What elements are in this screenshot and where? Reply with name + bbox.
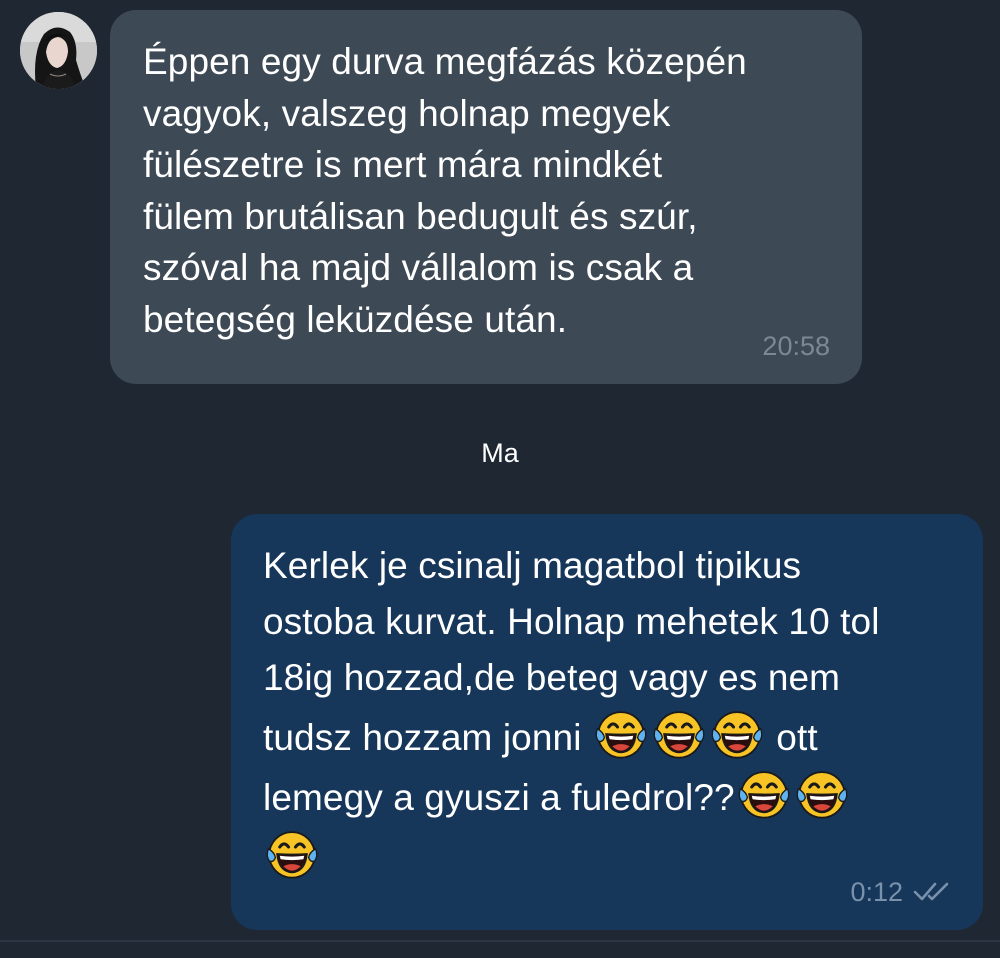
outgoing-message-text: Kerlek je csinalj magatbol tipikus ostob… (263, 538, 953, 886)
message-line: fülem brutálisan bedugult és szúr, (143, 195, 698, 237)
message-line: vagyok, valszeg holnap megyek (143, 92, 671, 134)
face-with-tears-of-joy-icon (736, 766, 792, 822)
face-with-tears-of-joy-icon (794, 766, 850, 822)
message-line: tudsz hozzam jonni ott (263, 706, 953, 766)
message-line: Éppen egy durva megfázás közepén (143, 41, 747, 82)
date-separator: Ma (481, 438, 519, 468)
message-line: Kerlek je csinalj magatbol tipikus (263, 545, 802, 586)
face-with-tears-of-joy-icon (709, 706, 765, 762)
message-fragment: ott (765, 717, 818, 758)
read-double-check-icon (913, 882, 949, 901)
avatar[interactable] (20, 12, 97, 89)
avatar-photo-icon (20, 12, 97, 89)
message-line: lemegy a gyuszi a fuledrol?? (263, 766, 953, 826)
chat-view: Éppen egy durva megfázás közepén vagyok,… (0, 0, 1000, 958)
message-timestamp: 0:12 (850, 877, 903, 907)
face-with-tears-of-joy-icon (651, 706, 707, 762)
incoming-message-bubble[interactable]: Éppen egy durva megfázás közepén vagyok,… (110, 10, 862, 384)
message-fragment: lemegy a gyuszi a fuledrol?? (263, 777, 735, 818)
face-with-tears-of-joy-icon (593, 706, 649, 762)
divider (0, 940, 1000, 942)
outgoing-message-bubble[interactable]: Kerlek je csinalj magatbol tipikus ostob… (231, 514, 983, 930)
face-with-tears-of-joy-icon (264, 826, 320, 882)
message-line: szóval ha majd vállalom is csak a (143, 247, 694, 288)
message-line: ostoba kurvat. Holnap mehetek 10 tol (263, 601, 880, 642)
message-line: fülészetre is mert mára mindkét (143, 144, 663, 185)
message-line: 18ig hozzad,de beteg vagy es nem (263, 657, 841, 698)
message-fragment: tudsz hozzam jonni (263, 717, 592, 758)
incoming-message-text: Éppen egy durva megfázás közepén vagyok,… (143, 36, 832, 345)
message-line: betegség leküzdése után. (143, 298, 568, 340)
message-timestamp: 20:58 (762, 331, 830, 361)
